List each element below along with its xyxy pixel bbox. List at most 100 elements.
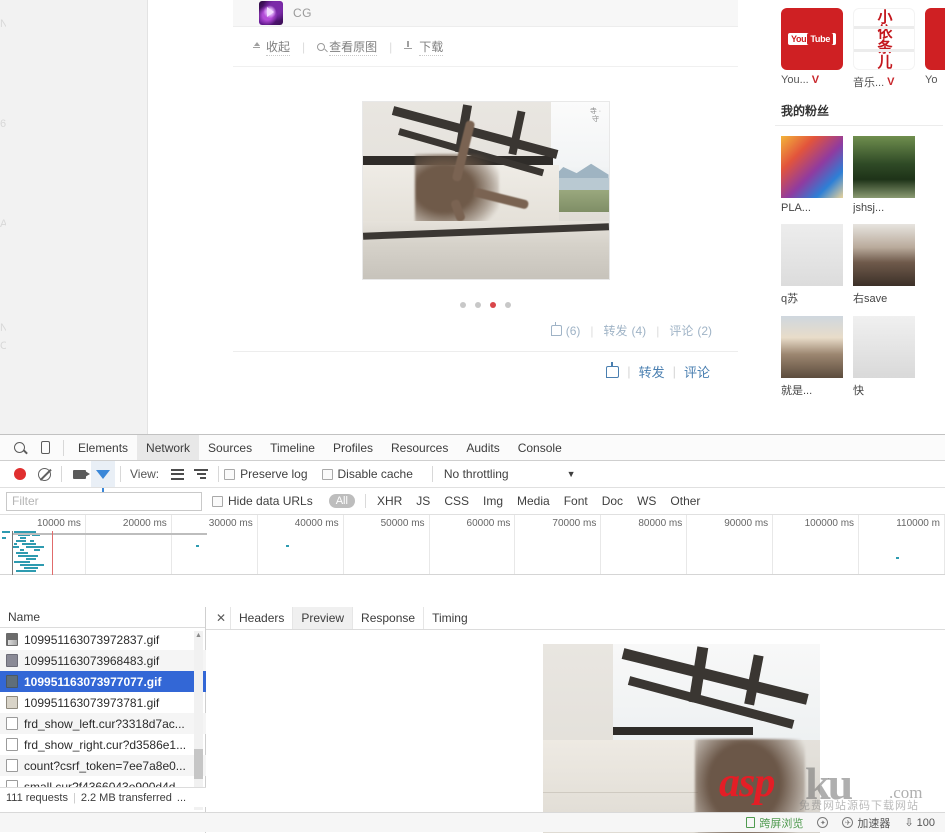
fan-item[interactable]: PLA... <box>781 136 843 214</box>
requests-status-bar: 111 requests | 2.2 MB transferred ... <box>0 787 206 807</box>
tab-preview[interactable]: Preview <box>292 607 352 629</box>
timeline-selection-window[interactable] <box>12 531 53 575</box>
download-action[interactable]: 下载 <box>404 38 443 56</box>
fan-avatar <box>781 224 843 286</box>
thumbs-up-icon-footer[interactable] <box>606 366 619 378</box>
request-name: 109951163073977077.gif <box>24 675 161 689</box>
table-row-selected[interactable]: 109951163073977077.gif <box>0 671 206 692</box>
sidebar-tile[interactable]: 小依条儿 音乐... V <box>853 8 915 90</box>
requests-scrollbar[interactable] <box>194 631 203 810</box>
status-separator: | <box>73 792 76 804</box>
repost-count[interactable]: 转发 (4) <box>604 322 647 339</box>
type-filter-img[interactable]: Img <box>476 494 510 508</box>
fan-item[interactable]: 右save <box>853 224 915 306</box>
hide-data-urls-checkbox[interactable]: Hide data URLs <box>212 494 313 508</box>
type-filter-css[interactable]: CSS <box>437 494 476 508</box>
tab-network[interactable]: Network <box>137 435 199 460</box>
view-waterfall-button[interactable] <box>189 461 213 487</box>
sidebar-top-tiles: YouTube You... V 小依条儿 音乐... V Yo <box>775 0 945 90</box>
record-button[interactable] <box>8 461 32 487</box>
tab-audits[interactable]: Audits <box>457 435 508 460</box>
type-filter-font[interactable]: Font <box>557 494 595 508</box>
fan-item[interactable]: 就是... <box>781 316 843 398</box>
type-filter-other[interactable]: Other <box>663 494 707 508</box>
type-filter-media[interactable]: Media <box>510 494 557 508</box>
type-filter-all[interactable]: All <box>329 494 355 508</box>
fan-item[interactable]: jshsj... <box>853 136 915 214</box>
filter-input[interactable] <box>6 492 202 511</box>
fan-item[interactable]: q苏 <box>781 224 843 306</box>
scrollbar-thumb[interactable] <box>194 749 203 779</box>
count-separator-2: | <box>652 324 663 338</box>
avatar <box>259 1 283 25</box>
comment-count[interactable]: 评论 (2) <box>669 322 712 339</box>
tab-headers[interactable]: Headers <box>230 607 292 629</box>
action-separator-2: | <box>385 40 396 54</box>
status-transferred: 2.2 MB transferred <box>81 792 172 804</box>
tick-label: 60000 ms <box>467 518 511 529</box>
tab-console[interactable]: Console <box>509 435 571 460</box>
table-row[interactable]: frd_show_left.cur?3318d7ac... <box>0 713 206 734</box>
table-row[interactable]: count?csrf_token=7ee7a8e0... <box>0 755 206 776</box>
tab-response[interactable]: Response <box>352 607 423 629</box>
fan-item[interactable]: 快 <box>853 316 915 398</box>
type-filter-xhr[interactable]: XHR <box>370 494 409 508</box>
status-request-count: 111 requests <box>6 792 68 804</box>
disable-cache-checkbox[interactable]: Disable cache <box>322 467 413 481</box>
tab-sources[interactable]: Sources <box>199 435 261 460</box>
inspect-icon[interactable] <box>6 435 32 460</box>
tick-label: 70000 ms <box>552 518 596 529</box>
repost-label: 转发 <box>604 322 628 339</box>
tab-resources[interactable]: Resources <box>382 435 457 460</box>
view-list-button[interactable] <box>165 461 189 487</box>
device-toolbar-icon[interactable] <box>32 435 58 460</box>
requests-list[interactable]: 109951163073972837.gif 10995116307396848… <box>0 629 206 812</box>
request-name: 109951163073972837.gif <box>24 633 159 647</box>
filter-button[interactable] <box>91 461 115 487</box>
post-author-row: CG <box>233 0 738 27</box>
photo-pagination-dots[interactable] <box>233 280 738 308</box>
table-row[interactable]: 109951163073972837.gif <box>0 629 206 650</box>
preserve-log-checkbox[interactable]: Preserve log <box>224 467 307 481</box>
tab-elements[interactable]: Elements <box>69 435 137 460</box>
like-count[interactable]: (6) <box>551 324 581 338</box>
footer-comment-button[interactable]: 评论 <box>684 362 710 381</box>
tab-timing[interactable]: Timing <box>423 607 476 629</box>
scroll-up-arrow-icon[interactable]: ▲ <box>194 631 203 641</box>
throttling-select[interactable]: No throttling ▼ <box>444 467 576 481</box>
capture-screenshots-button[interactable] <box>67 461 91 487</box>
status-more: ... <box>177 792 186 804</box>
timeline-waterfall-bars <box>0 531 945 575</box>
download-speed-indicator[interactable]: ⇩ 100 <box>904 816 935 829</box>
sidebar-tile[interactable]: YouTube You... V <box>781 8 843 90</box>
type-filter-doc[interactable]: Doc <box>595 494 630 508</box>
tick-label: 40000 ms <box>295 518 339 529</box>
table-row[interactable]: 109951163073973781.gif <box>0 692 206 713</box>
post-photo[interactable]: 寺 · 守 <box>362 101 610 280</box>
type-filter-ws[interactable]: WS <box>630 494 663 508</box>
pagination-dot[interactable] <box>460 302 466 308</box>
close-icon[interactable]: ✕ <box>212 611 230 625</box>
sidebar-tile[interactable]: Yo <box>925 8 945 90</box>
pagination-dot[interactable] <box>505 302 511 308</box>
tick-label: 30000 ms <box>209 518 253 529</box>
network-timeline-overview[interactable]: 10000 ms 20000 ms 30000 ms 40000 ms 5000… <box>0 515 945 575</box>
table-row[interactable]: frd_show_right.cur?d3586e1... <box>0 734 206 755</box>
tab-timeline[interactable]: Timeline <box>261 435 324 460</box>
footer-repost-button[interactable]: 转发 <box>639 362 665 381</box>
pagination-dot-active[interactable] <box>490 302 496 308</box>
type-filter-js[interactable]: JS <box>409 494 437 508</box>
tab-profiles[interactable]: Profiles <box>324 435 382 460</box>
image-file-icon <box>6 696 18 709</box>
waterfall-view-icon <box>194 469 208 480</box>
clear-button[interactable] <box>32 461 56 487</box>
cross-screen-browse-button[interactable]: 跨屏浏览 <box>746 815 803 831</box>
download-label: 下载 <box>419 38 443 56</box>
table-row[interactable]: 109951163073968483.gif <box>0 650 206 671</box>
pagination-dot[interactable] <box>475 302 481 308</box>
accelerator-button[interactable]: ✈ 加速器 <box>842 815 890 831</box>
clock-button[interactable]: ✦ <box>817 817 828 828</box>
collapse-action[interactable]: 收起 <box>251 38 290 56</box>
view-original-action[interactable]: 查看原图 <box>317 38 377 56</box>
requests-column-header[interactable]: Name <box>0 607 205 628</box>
